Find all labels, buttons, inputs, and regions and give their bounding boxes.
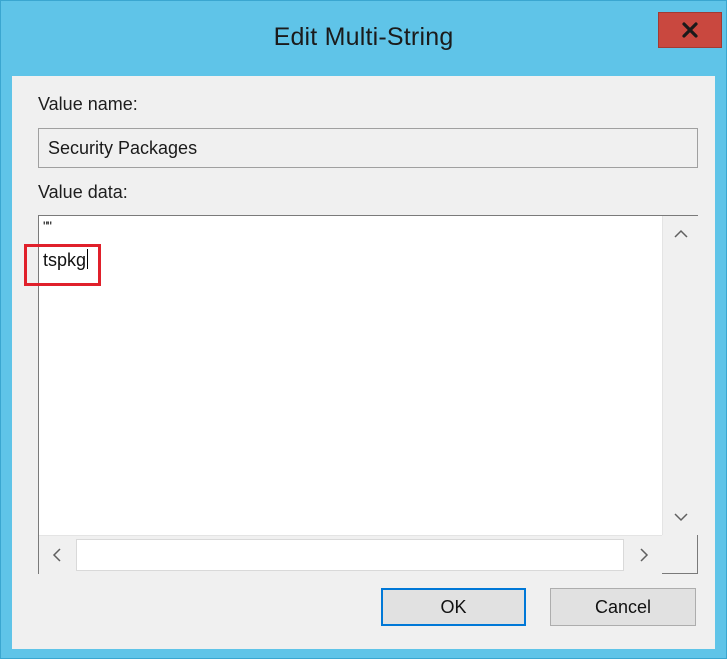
value-data-label: Value data:: [38, 182, 128, 202]
scroll-right-button[interactable]: [626, 536, 662, 574]
cancel-button[interactable]: Cancel: [550, 588, 696, 626]
value-data-line-1: "": [43, 218, 52, 234]
highlight-annotation: [24, 244, 101, 286]
horizontal-scroll-thumb[interactable]: [76, 539, 624, 571]
edit-multi-string-dialog: Edit Multi-String Value name: Security P…: [0, 0, 727, 659]
dialog-body: Value name: Security Packages Value data…: [12, 76, 715, 649]
value-data-text[interactable]: "" tspkg: [40, 217, 662, 535]
close-button[interactable]: [658, 12, 722, 48]
chevron-right-icon: [640, 548, 649, 562]
dialog-title: Edit Multi-String: [273, 23, 454, 51]
scroll-left-button[interactable]: [39, 536, 75, 574]
chevron-left-icon: [52, 548, 61, 562]
vertical-scrollbar[interactable]: [662, 216, 698, 535]
scroll-up-button[interactable]: [663, 216, 698, 252]
scrollbar-corner: [662, 535, 697, 573]
value-name-label: Value name:: [38, 94, 138, 114]
horizontal-scrollbar[interactable]: [39, 535, 662, 574]
scroll-down-button[interactable]: [663, 499, 698, 535]
title-bar[interactable]: Edit Multi-String: [1, 1, 726, 76]
chevron-up-icon: [673, 229, 688, 238]
close-icon: [682, 22, 698, 38]
value-name-field[interactable]: Security Packages: [38, 128, 698, 168]
chevron-down-icon: [673, 513, 688, 522]
value-data-textarea[interactable]: "" tspkg: [38, 215, 698, 574]
ok-button[interactable]: OK: [381, 588, 526, 626]
